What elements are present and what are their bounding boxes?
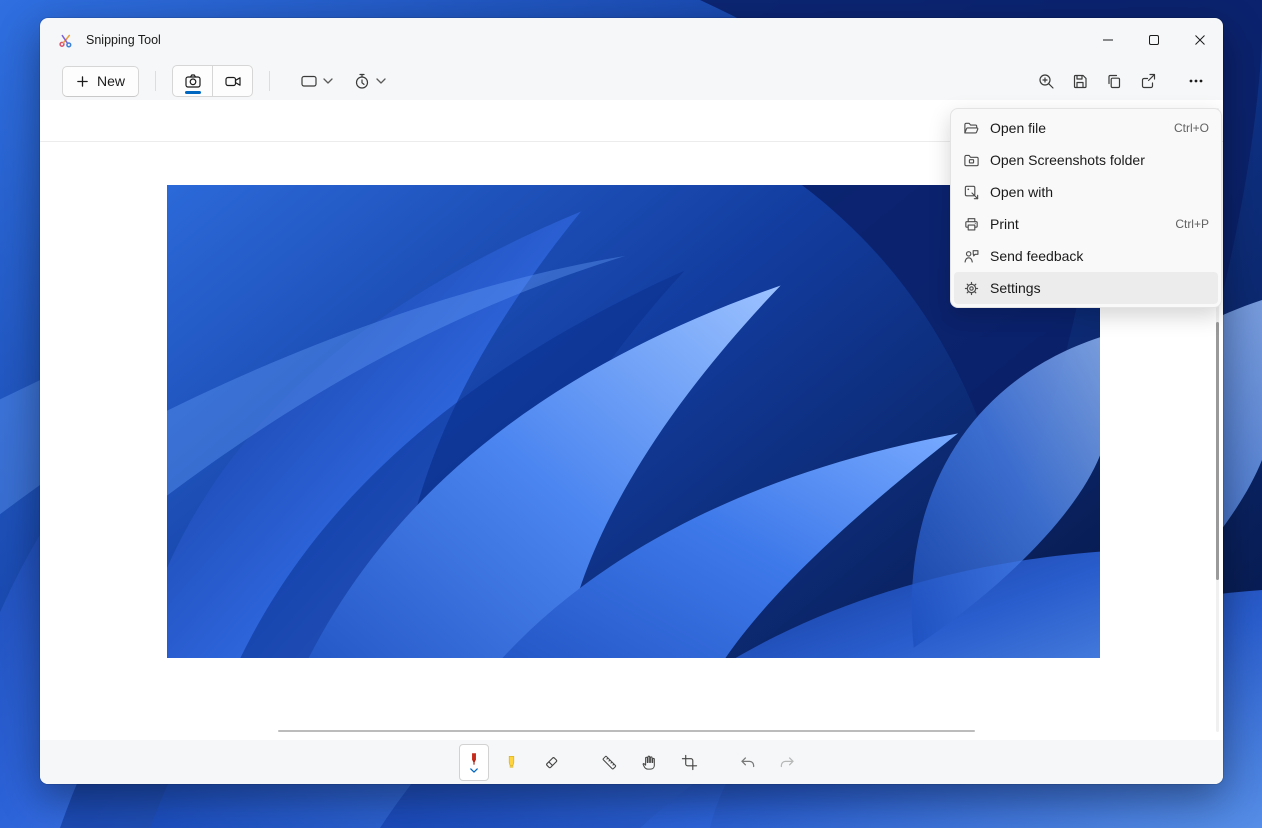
more-options-button[interactable]: [1179, 65, 1213, 97]
menu-item-open-screenshots-folder[interactable]: Open Screenshots folder: [954, 144, 1218, 176]
highlighter-tool[interactable]: [495, 745, 529, 779]
new-button[interactable]: New: [62, 65, 140, 97]
chevron-down-icon: [323, 78, 333, 84]
copy-icon: [1108, 74, 1121, 89]
close-button[interactable]: [1177, 18, 1223, 62]
vertical-scrollbar[interactable]: [1216, 322, 1219, 580]
menu-item-label: Open file: [990, 120, 1047, 136]
menu-item-open-with[interactable]: Open with: [954, 176, 1218, 208]
highlighter-icon: [508, 755, 515, 768]
rectangle-icon: [301, 75, 317, 87]
touch-writing-icon: [642, 755, 655, 770]
redo-button[interactable]: [771, 745, 805, 779]
touch-writing-tool[interactable]: [633, 745, 667, 779]
toolbar-separator: [269, 71, 271, 91]
titlebar[interactable]: Snipping Tool: [40, 18, 1223, 62]
new-button-label: New: [97, 73, 126, 89]
menu-item-label: Settings: [990, 280, 1041, 296]
save-icon: [1073, 74, 1087, 89]
menu-item-shortcut: Ctrl+O: [1173, 121, 1209, 135]
ruler-icon: [602, 755, 617, 769]
minimize-icon: [1103, 39, 1113, 41]
crop-icon: [681, 754, 698, 770]
timer-icon: [355, 73, 369, 89]
menu-item-label: Open Screenshots folder: [990, 152, 1145, 168]
snipping-tool-app-icon: [58, 32, 74, 48]
ruler-tool[interactable]: [593, 745, 627, 779]
maximize-icon: [1149, 35, 1159, 45]
open-with-icon: [963, 184, 980, 201]
camera-icon: [184, 74, 201, 88]
chevron-down-icon: [376, 78, 386, 84]
annotation-toolbar: [40, 740, 1223, 784]
undo-button[interactable]: [731, 745, 765, 779]
minimize-button[interactable]: [1085, 18, 1131, 62]
video-camera-icon: [224, 76, 241, 87]
eraser-tool[interactable]: [535, 745, 569, 779]
menu-item-print[interactable]: Print Ctrl+P: [954, 208, 1218, 240]
menu-item-label: Send feedback: [990, 248, 1084, 264]
chevron-down-icon: [469, 768, 478, 773]
main-toolbar: New: [40, 62, 1223, 100]
ellipsis-icon: [1189, 79, 1203, 83]
undo-icon: [741, 756, 755, 767]
snip-shape-dropdown[interactable]: [294, 65, 339, 97]
ballpoint-pen-tool[interactable]: [458, 743, 489, 781]
printer-icon: [963, 216, 980, 233]
magnifier-plus-icon: [1039, 74, 1054, 89]
save-button[interactable]: [1063, 65, 1097, 97]
snipping-tool-window: Snipping Tool New Open file Ctrl+O Open …: [40, 18, 1223, 784]
copy-button[interactable]: [1097, 65, 1131, 97]
record-mode-button[interactable]: [213, 66, 252, 96]
snip-mode-button[interactable]: [173, 66, 212, 96]
eraser-icon: [546, 756, 558, 768]
menu-item-send-feedback[interactable]: Send feedback: [954, 240, 1218, 272]
menu-item-open-file[interactable]: Open file Ctrl+O: [954, 112, 1218, 144]
window-title: Snipping Tool: [86, 33, 161, 47]
menu-item-label: Open with: [990, 184, 1054, 200]
delay-dropdown[interactable]: [347, 65, 392, 97]
menu-item-label: Print: [990, 216, 1019, 232]
open-file-icon: [963, 120, 980, 137]
toolbar-separator: [155, 71, 157, 91]
ballpoint-pen-icon: [471, 753, 476, 765]
caption-controls: [1085, 18, 1223, 62]
redo-icon: [780, 756, 794, 767]
maximize-button[interactable]: [1131, 18, 1177, 62]
screenshots-folder-icon: [963, 152, 980, 169]
menu-item-shortcut: Ctrl+P: [1175, 217, 1209, 231]
capture-mode-toggle: [172, 65, 254, 97]
selected-mode-indicator: [184, 91, 201, 94]
share-icon: [1141, 73, 1156, 89]
menu-item-settings[interactable]: Settings: [954, 272, 1218, 304]
share-button[interactable]: [1131, 65, 1165, 97]
gear-icon: [963, 280, 980, 297]
more-options-menu: Open file Ctrl+O Open Screenshots folder: [950, 108, 1222, 308]
close-icon: [1195, 35, 1205, 45]
horizontal-scrollbar[interactable]: [278, 730, 975, 732]
crop-tool[interactable]: [673, 745, 707, 779]
plus-icon: [77, 75, 88, 87]
feedback-icon: [963, 248, 980, 265]
zoom-button[interactable]: [1029, 65, 1063, 97]
